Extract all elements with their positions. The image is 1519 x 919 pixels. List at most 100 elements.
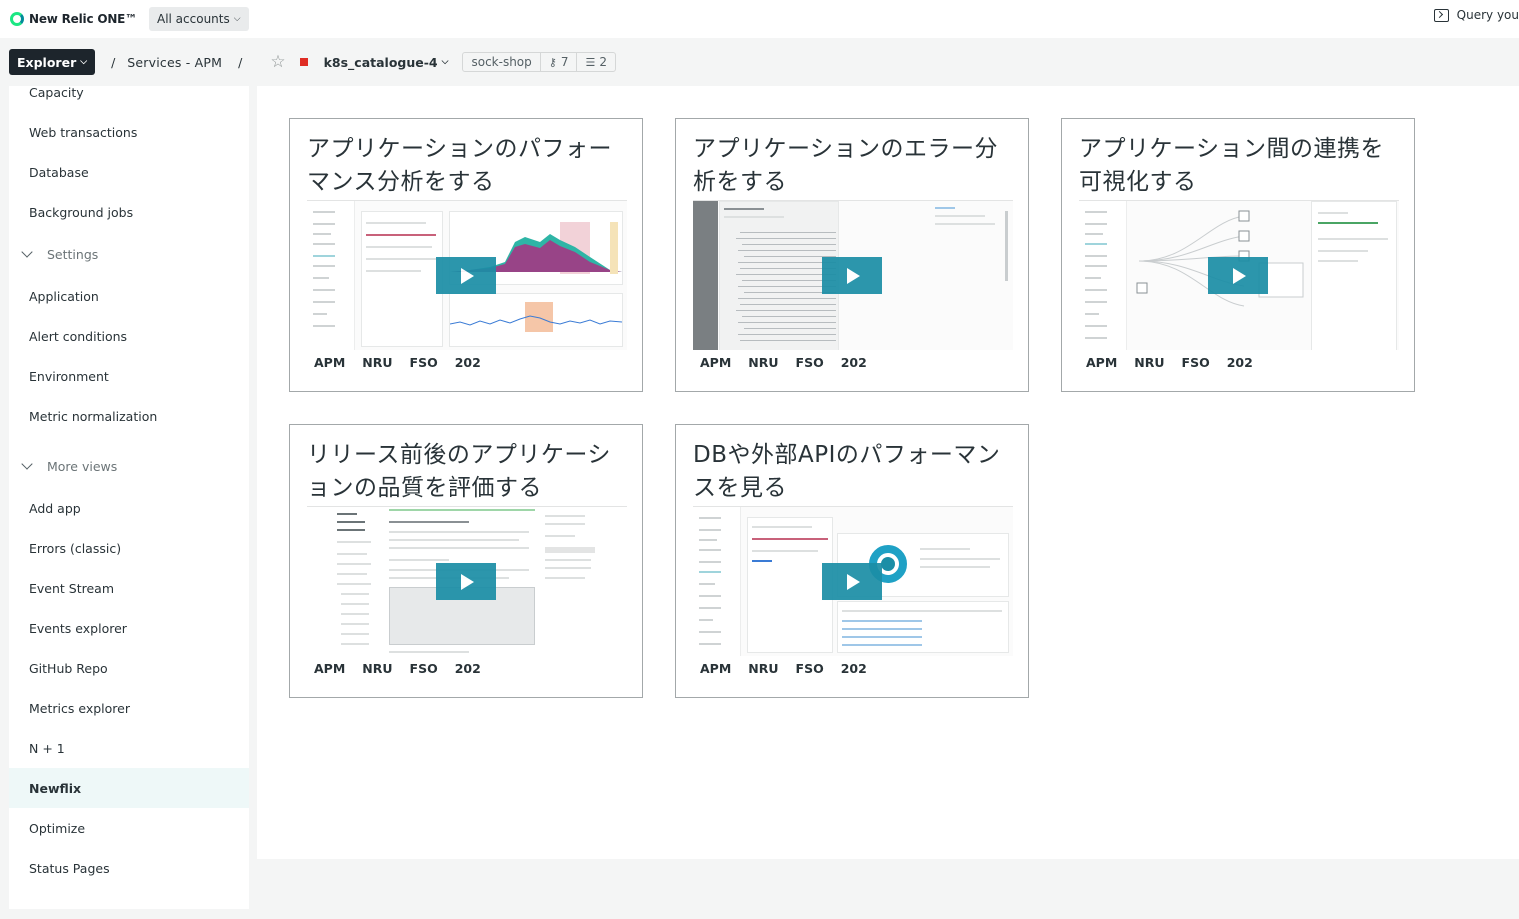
- breadcrumb-separator: /: [238, 54, 243, 70]
- video-card-tags: APM NRU FSO 202: [1086, 355, 1270, 370]
- explorer-button[interactable]: Explorer ⌵: [9, 49, 96, 75]
- video-card-tags: APM NRU FSO 202: [700, 355, 884, 370]
- video-card[interactable]: DBや外部APIのパフォーマンスを見る APM NRU FSO 202: [675, 424, 1029, 698]
- video-gallery: アプリケーションのパフォーマンス分析をする APM NRU FSO 202 アプ…: [257, 86, 1519, 859]
- query-button[interactable]: Query you: [1433, 8, 1519, 22]
- sidebar-item-status-pages[interactable]: Status Pages: [9, 848, 249, 888]
- top-bar: New Relic ONE™ All accounts ⌵ Query you: [0, 0, 1519, 38]
- sidebar-item-metrics-explorer[interactable]: Metrics explorer: [9, 688, 249, 728]
- account-selector[interactable]: All accounts ⌵: [148, 7, 249, 31]
- play-icon: [1233, 267, 1246, 284]
- tag-apm: APM: [314, 661, 346, 676]
- thumbnail-panel: [837, 601, 1009, 653]
- explorer-label: Explorer: [17, 54, 77, 70]
- thumbnail-panel: [541, 507, 627, 656]
- thumbnail-panel: [449, 293, 623, 347]
- play-icon: [461, 267, 474, 284]
- chevron-down-icon: ⌵: [441, 57, 449, 67]
- sidebar-section-label: Settings: [47, 246, 99, 262]
- thumbnail-sidebar: [1079, 201, 1127, 350]
- sidebar-item-database[interactable]: Database: [9, 152, 249, 192]
- related-count: ☰ 2: [576, 53, 615, 71]
- sidebar-section-settings[interactable]: Settings: [9, 234, 249, 274]
- breadcrumb-services[interactable]: Services - APM: [127, 55, 222, 70]
- thumbnail-sidebar: [307, 201, 355, 350]
- related-count-text: 2: [599, 55, 607, 69]
- tag-number: 202: [840, 661, 867, 676]
- tag-number: 202: [454, 355, 481, 370]
- thumbnail-panel: [307, 507, 385, 656]
- sidebar-item-errors-classic[interactable]: Errors (classic): [9, 528, 249, 568]
- video-card-title: アプリケーションのエラー分析をする: [693, 136, 999, 195]
- video-card[interactable]: アプリケーションのパフォーマンス分析をする APM NRU FSO 202: [289, 118, 643, 392]
- entity-name-dropdown[interactable]: k8s_catalogue-4 ⌵: [324, 55, 449, 70]
- tag-apm: APM: [700, 661, 732, 676]
- sidebar-item-event-stream[interactable]: Event Stream: [9, 568, 249, 608]
- sidebar-item-newflix[interactable]: Newflix: [9, 768, 249, 808]
- tag-number: 202: [454, 661, 481, 676]
- breadcrumb: Explorer ⌵ / Services - APM / ☆ k8s_cata…: [0, 38, 1519, 86]
- query-button-label: Query you: [1456, 8, 1519, 22]
- account-selector-label: All accounts: [156, 12, 230, 26]
- video-card-title: DBや外部APIのパフォーマンスを見る: [693, 442, 1001, 501]
- tag-fso: FSO: [409, 355, 438, 370]
- chevron-down-icon: [21, 246, 33, 258]
- tag-number: 202: [840, 355, 867, 370]
- sidebar-item-metric-normalization[interactable]: Metric normalization: [9, 396, 249, 436]
- new-relic-logo-icon: [10, 12, 24, 26]
- sidebar: Capacity Web transactions Database Backg…: [9, 86, 249, 909]
- video-card[interactable]: アプリケーションのエラー分析をする APM NRU FSO 202: [675, 118, 1029, 392]
- video-card[interactable]: アプリケーション間の連携を可視化する APM NRU FSO 202: [1061, 118, 1415, 392]
- sidebar-section-label: More views: [47, 458, 118, 474]
- play-button[interactable]: [822, 563, 882, 600]
- sidebar-item-n-plus-1[interactable]: N + 1: [9, 728, 249, 768]
- logo-text: New Relic ONE™: [29, 12, 137, 26]
- play-icon: [461, 573, 474, 590]
- breadcrumb-separator: /: [111, 54, 116, 70]
- sidebar-section-more-views[interactable]: More views: [9, 446, 249, 486]
- tag-nru: NRU: [362, 355, 393, 370]
- entity-status-icon: [299, 58, 308, 66]
- tag-icon: ⚷: [548, 55, 557, 69]
- tag-nru: NRU: [748, 661, 779, 676]
- thumbnail-panel: [1311, 201, 1397, 350]
- video-card-tags: APM NRU FSO 202: [314, 661, 498, 676]
- video-card-title: アプリケーション間の連携を可視化する: [1079, 136, 1385, 195]
- stack-icon: ☰: [585, 55, 596, 69]
- sidebar-item-background-jobs[interactable]: Background jobs: [9, 192, 249, 232]
- thumbnail-panel: [719, 201, 839, 350]
- play-button[interactable]: [436, 257, 496, 294]
- star-icon[interactable]: ☆: [270, 52, 285, 72]
- sidebar-item-add-app[interactable]: Add app: [9, 488, 249, 528]
- video-thumbnail: [693, 200, 1013, 350]
- sidebar-item-capacity[interactable]: Capacity: [9, 86, 249, 112]
- thumbnail-chart: [450, 302, 622, 332]
- video-card[interactable]: リリース前後のアプリケーションの品質を評価する APM NRU FSO 202: [289, 424, 643, 698]
- video-thumbnail: [1079, 200, 1399, 350]
- sidebar-item-environment[interactable]: Environment: [9, 356, 249, 396]
- video-card-title: リリース前後のアプリケーションの品質を評価する: [307, 442, 611, 501]
- sidebar-item-github-repo[interactable]: GitHub Repo: [9, 648, 249, 688]
- video-thumbnail: [307, 200, 627, 350]
- play-icon: [847, 267, 860, 284]
- play-button[interactable]: [436, 563, 496, 600]
- sidebar-item-web-transactions[interactable]: Web transactions: [9, 112, 249, 152]
- thumbnail-sidebar: [693, 507, 741, 656]
- video-thumbnail: [307, 506, 627, 656]
- tag-nru: NRU: [1134, 355, 1165, 370]
- tag-value: sock-shop: [463, 53, 539, 71]
- logo[interactable]: New Relic ONE™: [10, 12, 137, 26]
- video-card-tags: APM NRU FSO 202: [314, 355, 498, 370]
- entity-name: k8s_catalogue-4: [323, 54, 438, 70]
- entity-tags[interactable]: sock-shop ⚷ 7 ☰ 2: [462, 52, 616, 72]
- video-card-title: アプリケーションのパフォーマンス分析をする: [307, 136, 613, 195]
- play-button[interactable]: [1208, 257, 1268, 294]
- sidebar-item-events-explorer[interactable]: Events explorer: [9, 608, 249, 648]
- thumbnail-sidebar: [693, 201, 718, 350]
- chevron-down-icon: [21, 458, 33, 470]
- play-button[interactable]: [822, 257, 882, 294]
- sidebar-item-optimize[interactable]: Optimize: [9, 808, 249, 848]
- sidebar-item-application[interactable]: Application: [9, 276, 249, 316]
- sidebar-item-alert-conditions[interactable]: Alert conditions: [9, 316, 249, 356]
- tag-fso: FSO: [409, 661, 438, 676]
